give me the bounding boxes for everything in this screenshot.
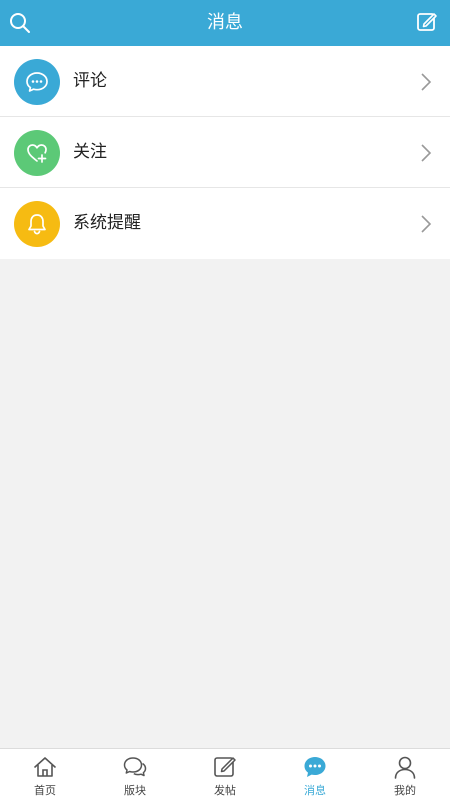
tab-messages[interactable]: 消息 (270, 749, 360, 800)
comment-icon (26, 72, 48, 92)
tab-forums[interactable]: 版块 (90, 749, 180, 800)
list-item-comments[interactable]: 评论 (0, 46, 450, 117)
tab-label: 首页 (34, 784, 56, 797)
list-item-label: 系统提醒 (73, 213, 141, 233)
header-bar: 消息 (0, 0, 450, 46)
follow-badge (14, 130, 60, 176)
heart-plus-icon (27, 144, 47, 163)
bell-icon (28, 214, 46, 235)
compose-button[interactable] (416, 11, 438, 33)
tab-label: 消息 (304, 784, 326, 797)
chevron-right-icon (421, 73, 432, 91)
tab-label: 版块 (124, 784, 146, 797)
compose-icon (417, 13, 437, 31)
forum-icon (123, 757, 147, 777)
chevron-right-icon (421, 144, 432, 162)
home-icon (34, 757, 56, 777)
post-icon (214, 757, 236, 777)
message-icon (304, 757, 326, 777)
page-title: 消息 (207, 12, 243, 33)
tab-label: 我的 (394, 784, 416, 797)
message-category-list: 评论 关注 系统提醒 (0, 46, 450, 259)
tab-label: 发帖 (214, 784, 236, 797)
list-item-label: 评论 (73, 71, 107, 91)
tab-post[interactable]: 发帖 (180, 749, 270, 800)
notice-badge (14, 201, 60, 247)
list-item-follows[interactable]: 关注 (0, 117, 450, 188)
chevron-right-icon (421, 215, 432, 233)
list-item-label: 关注 (73, 142, 107, 162)
comment-badge (14, 59, 60, 105)
list-item-system-notices[interactable]: 系统提醒 (0, 188, 450, 259)
profile-icon (394, 756, 416, 779)
tab-profile[interactable]: 我的 (360, 749, 450, 800)
tab-home[interactable]: 首页 (0, 749, 90, 800)
bottom-tab-bar: 首页 版块 发帖 消息 我的 (0, 748, 450, 800)
